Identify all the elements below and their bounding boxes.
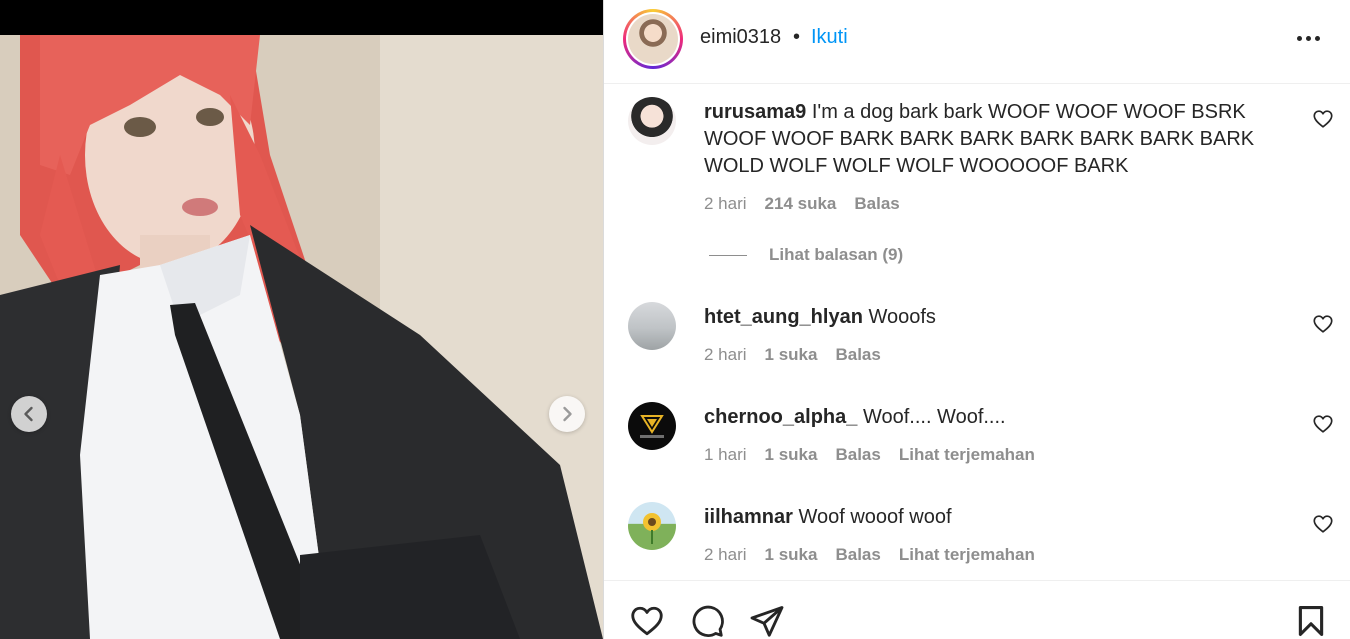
heart-icon[interactable] [1312, 513, 1334, 535]
comment-icon[interactable] [688, 603, 726, 639]
post-side-panel: eimi0318 • Ikuti rurusama9 I'm a dog bar… [603, 0, 1350, 639]
reply-button[interactable]: Balas [835, 445, 880, 465]
comment-body: htet_aung_hlyan Wooofs [704, 304, 1264, 331]
commenter-avatar[interactable] [628, 402, 676, 450]
header-separator: • [793, 26, 801, 48]
commenter-logo [640, 415, 664, 438]
post-media [0, 0, 603, 639]
heart-icon[interactable] [628, 603, 666, 639]
follow-button[interactable]: Ikuti [811, 26, 848, 49]
more-options-button[interactable] [1290, 26, 1326, 50]
translate-button[interactable]: Lihat terjemahan [899, 545, 1035, 565]
comment-text: Woof.... Woof.... [862, 406, 1006, 428]
comment-time[interactable]: 2 hari [704, 345, 747, 365]
comment-text: Woof wooof woof [798, 506, 952, 528]
comment-body: iilhamnar Woof wooof woof [704, 504, 1264, 531]
reply-button[interactable]: Balas [854, 194, 899, 214]
post-action-bar [604, 580, 1350, 639]
send-icon[interactable] [748, 603, 786, 639]
comment-likes[interactable]: 1 suka [765, 345, 818, 365]
comment-time[interactable]: 2 hari [704, 545, 747, 565]
comment-username[interactable]: htet_aung_hlyan [704, 306, 863, 328]
next-image-button[interactable] [549, 396, 585, 432]
translate-button[interactable]: Lihat terjemahan [899, 445, 1035, 465]
sunflower-icon [643, 513, 661, 544]
cosplay-photo-illustration [0, 35, 603, 639]
comment-meta: 2 hari 1 suka Balas [704, 345, 881, 365]
comment-username[interactable]: rurusama9 [704, 101, 806, 123]
comment-meta: 1 hari 1 suka Balas Lihat terjemahan [704, 445, 1035, 465]
comment-text: Wooofs [868, 306, 936, 328]
reply-button[interactable]: Balas [835, 545, 880, 565]
comment-body: chernoo_alpha_ Woof.... Woof.... [704, 404, 1264, 431]
commenter-avatar[interactable] [628, 302, 676, 350]
heart-icon[interactable] [1312, 413, 1334, 435]
bookmark-icon[interactable] [1294, 603, 1328, 639]
prev-image-button[interactable] [11, 396, 47, 432]
commenter-avatar[interactable] [628, 502, 676, 550]
comment-meta: 2 hari 214 suka Balas [704, 194, 900, 214]
author-avatar[interactable] [623, 9, 683, 69]
post-header: eimi0318 • Ikuti [604, 0, 1350, 84]
comment-likes[interactable]: 1 suka [765, 545, 818, 565]
heart-icon[interactable] [1312, 313, 1334, 335]
view-replies-label: Lihat balasan (9) [769, 245, 904, 264]
comment-time[interactable]: 1 hari [704, 445, 747, 465]
comment-time[interactable]: 2 hari [704, 194, 747, 214]
chevron-right-icon [563, 406, 572, 422]
view-replies-button[interactable]: Lihat balasan (9) [709, 245, 903, 265]
comment-likes[interactable]: 1 suka [765, 445, 818, 465]
reply-button[interactable]: Balas [835, 345, 880, 365]
comment-username[interactable]: iilhamnar [704, 506, 793, 528]
more-horizontal-icon [1295, 35, 1322, 41]
heart-icon[interactable] [1312, 108, 1334, 130]
post-photo[interactable] [0, 35, 603, 639]
comment-username[interactable]: chernoo_alpha_ [704, 406, 857, 428]
comment-meta: 2 hari 1 suka Balas Lihat terjemahan [704, 545, 1035, 565]
comment-likes[interactable]: 214 suka [765, 194, 837, 214]
chevron-left-icon [24, 406, 33, 422]
commenter-avatar[interactable] [628, 97, 676, 145]
author-username[interactable]: eimi0318 [700, 26, 781, 49]
comment-body: rurusama9 I'm a dog bark bark WOOF WOOF … [704, 99, 1264, 180]
